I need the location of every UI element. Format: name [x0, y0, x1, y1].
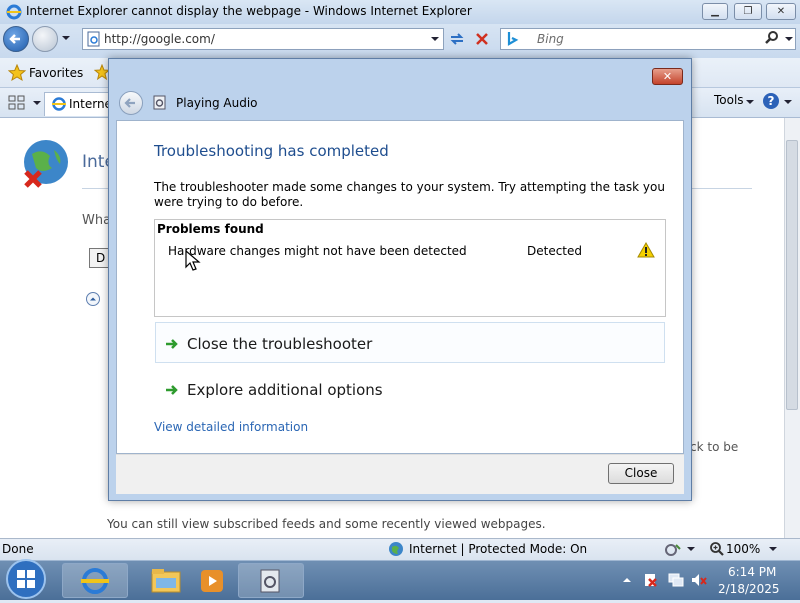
clock-date[interactable]: 2/18/2025 — [718, 582, 780, 596]
svg-text:?: ? — [768, 94, 775, 108]
start-button[interactable] — [0, 558, 54, 600]
close-troubleshooter-label[interactable]: Close the troubleshooter — [187, 335, 372, 353]
page-text-fragment: ck to be — [690, 440, 739, 454]
dialog-heading: Troubleshooting has completed — [154, 142, 389, 160]
taskbar-media-player-button[interactable] — [180, 563, 246, 598]
stop-icon[interactable] — [474, 31, 490, 47]
page-what-text: Wha — [82, 213, 112, 228]
zoom-icon[interactable] — [709, 541, 725, 557]
ie-taskbar-icon — [81, 568, 109, 594]
settings-dropdown-icon[interactable] — [686, 545, 696, 553]
dialog-back-button[interactable] — [119, 91, 143, 115]
action-center-icon[interactable] — [642, 572, 658, 588]
dialog-description: The troubleshooter made some changes to … — [154, 180, 665, 209]
search-dropdown-icon[interactable] — [783, 34, 795, 44]
favorites-button[interactable]: Favorites — [29, 66, 83, 80]
problem-status: Detected — [527, 244, 583, 258]
help-dropdown-icon[interactable] — [783, 98, 793, 106]
clock-time[interactable]: 6:14 PM — [728, 565, 776, 579]
explore-options-label[interactable]: Explore additional options — [187, 381, 383, 399]
dialog-footer — [116, 454, 684, 494]
favorites-star-icon[interactable] — [8, 64, 26, 82]
forward-button[interactable] — [32, 26, 58, 52]
zoom-dropdown-icon[interactable] — [768, 545, 778, 553]
warning-icon — [637, 242, 655, 258]
problem-name: Hardware changes might not have been det… — [168, 244, 467, 258]
search-placeholder[interactable]: Bing — [537, 32, 564, 46]
tools-dropdown-icon[interactable] — [745, 98, 755, 106]
address-text[interactable]: http://google.com/ — [104, 32, 215, 46]
taskbar-ie-button[interactable] — [62, 563, 128, 598]
history-dropdown-icon[interactable] — [60, 33, 72, 43]
troubleshooter-icon — [260, 569, 280, 593]
ie-logo-icon — [6, 4, 22, 20]
green-arrow-icon — [166, 385, 178, 395]
volume-muted-icon[interactable] — [690, 572, 708, 588]
dialog-title: Playing Audio — [176, 96, 258, 110]
help-icon[interactable]: ? — [762, 92, 780, 110]
back-arrow-icon — [9, 34, 20, 44]
window-close-button[interactable]: ✕ — [766, 3, 796, 20]
network-icon[interactable] — [667, 572, 685, 588]
refresh-icon[interactable] — [448, 30, 466, 48]
search-icon[interactable] — [764, 30, 780, 46]
green-arrow-icon — [166, 339, 178, 349]
zoom-level[interactable]: 100% — [726, 542, 760, 556]
view-detailed-information-link[interactable]: View detailed information — [154, 420, 308, 434]
dialog-close-button[interactable]: Close — [608, 463, 674, 484]
collapse-chevron-icon[interactable] — [85, 291, 101, 307]
tools-menu[interactable]: Tools — [714, 93, 744, 107]
minimize-button[interactable]: ▁ — [702, 3, 728, 20]
status-text: Done — [2, 542, 34, 556]
bing-icon — [507, 32, 519, 46]
window-title: Internet Explorer cannot display the web… — [26, 4, 472, 18]
media-player-icon — [201, 570, 223, 592]
show-hidden-icons[interactable] — [622, 576, 632, 584]
page-icon — [87, 31, 100, 47]
dialog-close-x-button[interactable]: ✕ — [652, 68, 683, 85]
problems-found-header: Problems found — [157, 222, 264, 236]
quick-tabs-icon[interactable] — [7, 94, 27, 112]
internet-zone-icon — [389, 542, 403, 556]
taskbar-troubleshooter-button[interactable] — [238, 563, 304, 598]
back-arrow-icon — [124, 98, 135, 108]
troubleshooter-title-icon — [153, 95, 166, 110]
tab-ie-icon — [52, 97, 66, 111]
windows-start-icon — [6, 559, 46, 599]
globe-error-icon — [24, 140, 68, 188]
back-button[interactable] — [3, 26, 29, 52]
mouse-cursor-icon — [185, 250, 201, 271]
change-settings-icon[interactable] — [664, 541, 682, 557]
maximize-button[interactable]: ❐ — [734, 3, 762, 20]
page-bottom-text: You can still view subscribed feeds and … — [107, 517, 546, 531]
address-dropdown-icon[interactable] — [429, 34, 441, 44]
security-zone-text[interactable]: Internet | Protected Mode: On — [409, 542, 587, 556]
scrollbar-thumb[interactable] — [786, 140, 798, 410]
tab-list-dropdown-icon[interactable] — [31, 98, 43, 108]
